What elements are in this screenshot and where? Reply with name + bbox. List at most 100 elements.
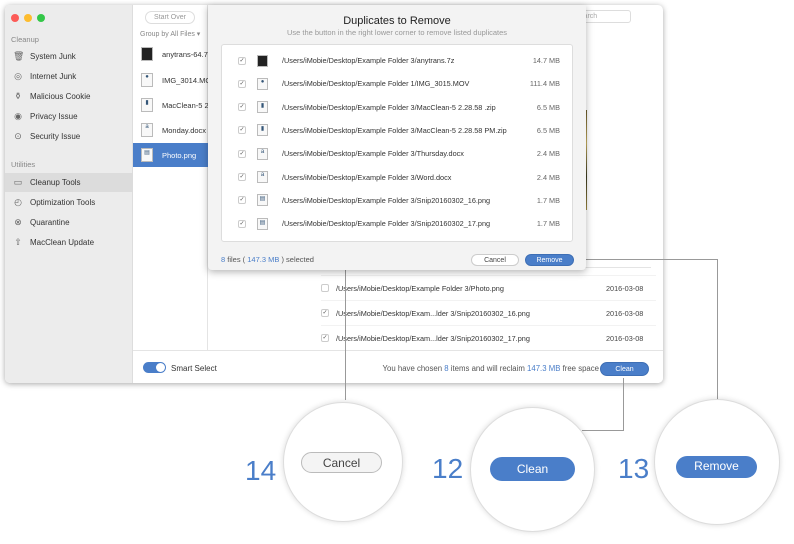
- connector-line: [345, 259, 346, 400]
- duplicate-row[interactable]: ✓ a/Users/iMobie/Desktop/Example Folder 3…: [222, 142, 574, 165]
- sidebar-item-label: Cleanup Tools: [30, 178, 81, 187]
- file-item-selected[interactable]: ▤ Photo.png: [133, 143, 208, 167]
- docx-icon: a: [257, 171, 268, 183]
- file-path: /Users/iMobie/Desktop/Example Folder 3/M…: [282, 125, 507, 135]
- file-path: /Users/iMobie/Desktop/Example Folder 3/T…: [282, 149, 464, 159]
- file-path: /Users/iMobie/Desktop/Exam...lder 3/Snip…: [336, 308, 530, 318]
- toolbox-icon: ▭: [13, 177, 23, 187]
- checkbox[interactable]: ✓: [238, 149, 246, 158]
- gauge-icon: ◴: [14, 197, 22, 207]
- compass-icon: ◎: [14, 71, 22, 81]
- sidebar: Cleanup 🗑 System Junk ◎ Internet Junk ⚱ Mal…: [5, 5, 133, 383]
- file-path: /Users/iMobie/Desktop/Example Folder 3/P…: [336, 283, 504, 293]
- file-item[interactable]: a Monday.docx: [133, 118, 208, 142]
- file-name: Monday.docx: [162, 125, 207, 135]
- file-size: 1.7 MB: [536, 219, 560, 229]
- smart-select-toggle[interactable]: [143, 362, 166, 373]
- file-item[interactable]: ▮ MacClean-5 2.28.58 .zip: [133, 93, 208, 117]
- sidebar-item-system-junk[interactable]: 🗑 System Junk: [5, 47, 133, 66]
- start-over-button[interactable]: Start Over: [145, 11, 195, 24]
- sidebar-item-macclean-update[interactable]: ⇧ MacClean Update: [5, 233, 133, 252]
- video-icon: ●: [257, 77, 268, 90]
- dialog-subtitle: Use the button in the right lower corner…: [286, 28, 508, 37]
- duplicate-row[interactable]: ✓ ▮ /Users/iMobie/Desktop/Example Folder 3…: [222, 96, 574, 119]
- file-path: /Users/iMobie/Desktop/Example Folder 3/a…: [282, 56, 455, 65]
- section-cleanup: Cleanup: [11, 35, 39, 44]
- zip-icon: ▮: [257, 124, 268, 137]
- file-name: Photo.png: [162, 150, 197, 160]
- file-size: 2.4 MB: [536, 149, 560, 159]
- sidebar-item-label: System Junk: [30, 52, 76, 61]
- sidebar-item-internet-junk[interactable]: ◎ Internet Junk: [5, 67, 133, 86]
- sidebar-item-security-issue[interactable]: ⊙ Security Issue: [5, 127, 133, 146]
- png-icon: ▤: [141, 148, 153, 162]
- archive-icon: [257, 54, 268, 67]
- checkbox[interactable]: ✓: [238, 219, 246, 228]
- file-size: 14.7 MB: [532, 56, 560, 65]
- cookie-icon: ⚱: [14, 91, 22, 101]
- file-path: /Users/iMobie/Desktop/Example Folder 3/S…: [282, 219, 491, 229]
- zip-icon: ▮: [141, 98, 153, 112]
- file-item[interactable]: anytrans-64.7z: [133, 42, 208, 66]
- file-size: 6.5 MB: [536, 125, 560, 135]
- file-date: 2016-03-08: [606, 283, 644, 293]
- minimize-button[interactable]: [24, 14, 32, 22]
- callout-remove-button: Remove: [676, 456, 757, 478]
- checkbox[interactable]: ✓: [238, 126, 246, 135]
- duplicate-row[interactable]: ✓ /Users/iMobie/Desktop/Example Folder 3/…: [222, 49, 574, 72]
- duplicates-dialog: Duplicates to Remove Use the button in t…: [208, 5, 586, 270]
- checkbox[interactable]: ✓: [238, 103, 246, 112]
- file-path: /Users/iMobie/Desktop/Example Folder 1/I…: [282, 79, 470, 89]
- zoom-button[interactable]: [37, 14, 45, 22]
- file-path: /Users/iMobie/Desktop/Exam...lder 3/Snip…: [336, 333, 530, 343]
- eye-icon: ◉: [14, 111, 22, 121]
- checkbox[interactable]: ✓: [238, 196, 246, 205]
- duplicate-row[interactable]: ✓ ▮ /Users/iMobie/Desktop/Example Folder 3…: [222, 119, 574, 142]
- group-by-dropdown[interactable]: Group by All Files ▾: [140, 30, 200, 38]
- callout-cancel-button: Cancel: [301, 452, 382, 473]
- list-item[interactable]: ✓ /Users/iMobie/Desktop/Exam...lder 3/Sni…: [321, 325, 656, 350]
- remove-button[interactable]: Remove: [525, 254, 574, 266]
- list-item[interactable]: ✓ /Users/iMobie/Desktop/Exam...lder 3/Sni…: [321, 300, 656, 325]
- sidebar-item-malicious-cookie[interactable]: ⚱ Malicious Cookie: [5, 87, 133, 106]
- checkbox[interactable]: ✓: [238, 79, 246, 88]
- duplicate-row[interactable]: ✓ ● /Users/iMobie/Desktop/Example Folder 1…: [222, 72, 574, 95]
- checkbox[interactable]: ✓: [238, 56, 246, 65]
- clean-button[interactable]: Clean: [600, 362, 649, 376]
- sidebar-item-label: Malicious Cookie: [30, 92, 91, 101]
- sidebar-item-label: MacClean Update: [30, 238, 95, 247]
- docx-icon: a: [141, 123, 153, 137]
- file-item[interactable]: ● IMG_3014.MOV: [133, 68, 208, 92]
- callout-number: 12: [432, 453, 464, 484]
- sidebar-item-label: Internet Junk: [30, 72, 77, 81]
- file-date: 2016-03-08: [606, 333, 644, 343]
- sidebar-item-privacy-issue[interactable]: ◉ Privacy Issue: [5, 107, 133, 126]
- sidebar-item-label: Privacy Issue: [30, 112, 78, 121]
- docx-icon: a: [257, 147, 268, 160]
- quarantine-icon: ⊗: [14, 217, 22, 227]
- cancel-button[interactable]: Cancel: [471, 254, 519, 266]
- sidebar-item-optimization-tools[interactable]: ◴ Optimization Tools: [5, 193, 133, 212]
- file-size: 1.7 MB: [536, 195, 560, 205]
- file-path: /Users/iMobie/Desktop/Example Folder 3/M…: [282, 102, 496, 112]
- dialog-title: Duplicates to Remove: [343, 15, 451, 27]
- callout-clean-button: Clean: [490, 457, 575, 481]
- duplicate-row[interactable]: ✓ ▤ /Users/iMobie/Desktop/Example Folder 3…: [222, 189, 574, 212]
- png-icon: ▤: [257, 217, 268, 230]
- connector-line: [717, 259, 718, 400]
- connector-line: [582, 430, 624, 431]
- file-name: anytrans-64.7z: [162, 49, 208, 59]
- video-icon: ●: [141, 73, 153, 87]
- sidebar-item-cleanup-tools[interactable]: ▭ Cleanup Tools: [5, 173, 133, 192]
- list-item[interactable]: /Users/iMobie/Desktop/Example Folder 3/P…: [321, 275, 656, 300]
- checkbox[interactable]: ✓: [321, 309, 329, 317]
- duplicate-row[interactable]: ✓ a/Users/iMobie/Desktop/Example Folder 3…: [222, 166, 574, 189]
- duplicate-row[interactable]: ✓ ▤ /Users/iMobie/Desktop/Example Folder 3…: [222, 212, 574, 235]
- checkbox[interactable]: [321, 284, 329, 292]
- bottom-bar: Smart Select You have chosen 8 items and…: [133, 350, 663, 383]
- checkbox[interactable]: ✓: [238, 173, 246, 181]
- shield-icon: ⊙: [14, 131, 22, 141]
- sidebar-item-quarantine[interactable]: ⊗ Quarantine: [5, 213, 133, 232]
- close-button[interactable]: [11, 14, 19, 22]
- checkbox[interactable]: ✓: [321, 334, 329, 342]
